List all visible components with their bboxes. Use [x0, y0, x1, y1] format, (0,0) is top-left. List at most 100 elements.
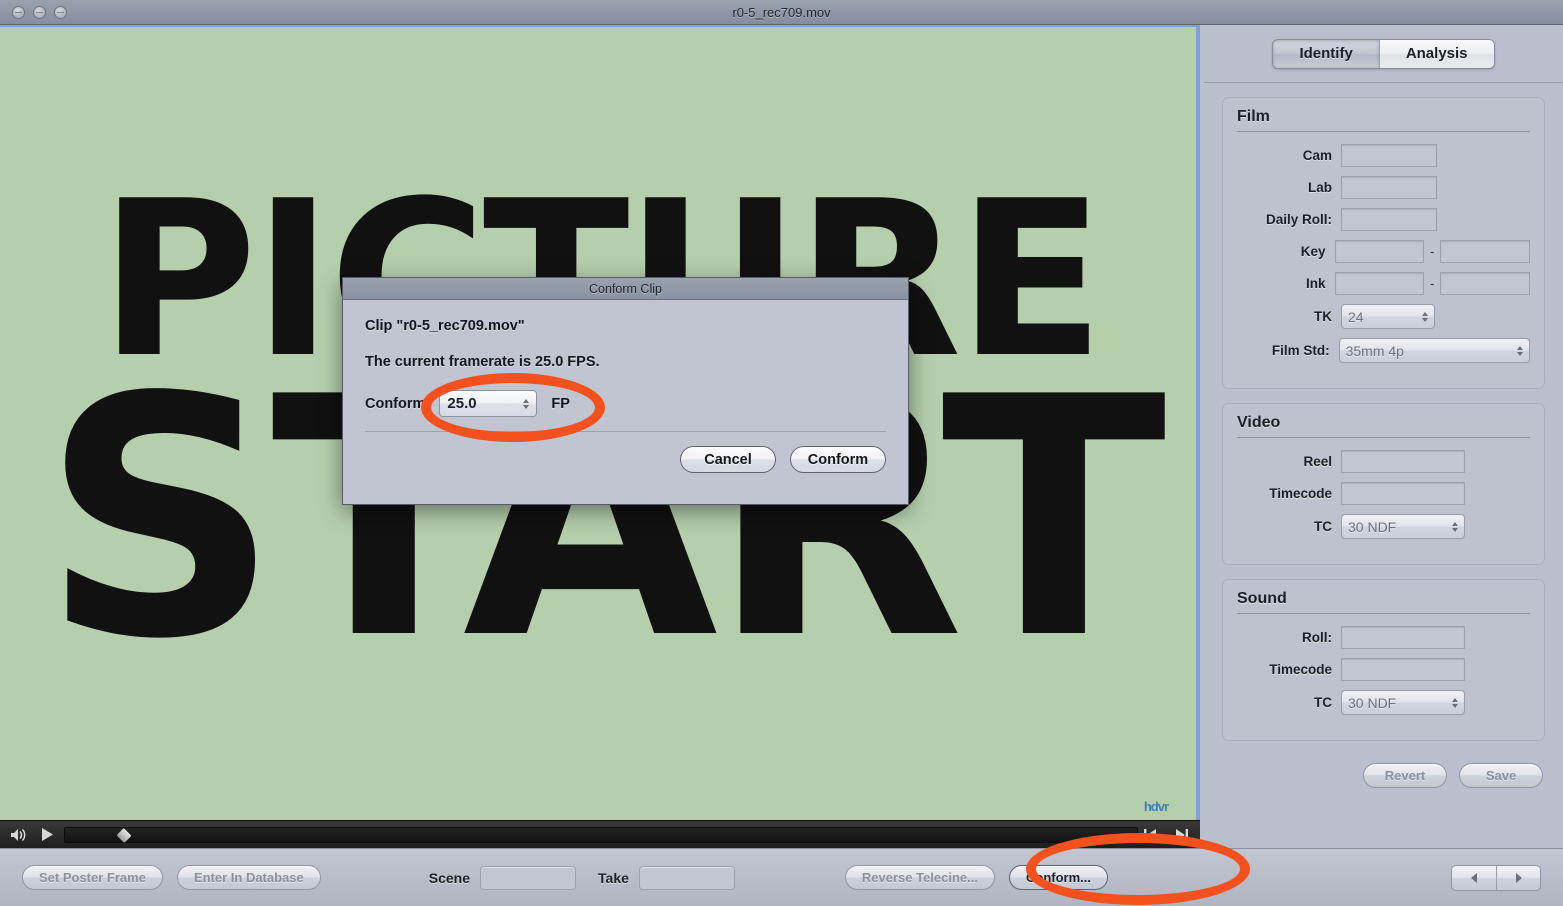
tab-analysis[interactable]: Analysis: [1378, 39, 1494, 68]
film-std-label: Film Std:: [1271, 343, 1330, 358]
field-row-lab: Lab: [1237, 176, 1530, 199]
frame-step-controls: [1142, 828, 1190, 842]
ink-separator: -: [1430, 276, 1435, 291]
sound-tc-label: TC: [1314, 695, 1332, 710]
sound-roll-label: Roll:: [1302, 630, 1332, 645]
dialog-conform-label: Conform: [365, 395, 426, 412]
field-row-video-tc: TC 30 NDF: [1237, 514, 1530, 539]
sound-group-heading: Sound: [1237, 590, 1287, 607]
fps-units-label: FP: [551, 395, 570, 412]
video-divider: [1237, 437, 1530, 438]
daily-roll-input[interactable]: [1341, 208, 1437, 231]
sound-group: Sound Roll: Timecode TC 30 NDF: [1222, 579, 1545, 741]
lab-input[interactable]: [1341, 176, 1437, 199]
field-row-ink: Ink -: [1237, 272, 1530, 295]
revert-button[interactable]: Revert: [1363, 763, 1447, 788]
reel-label: Reel: [1303, 454, 1332, 469]
enter-in-database-button[interactable]: Enter In Database: [176, 865, 321, 890]
cam-label: Cam: [1302, 148, 1332, 163]
conform-button[interactable]: Conform...: [1009, 865, 1108, 890]
field-row-film-std: Film Std: 35mm 4p: [1237, 338, 1530, 363]
sound-tc-select[interactable]: 30 NDF: [1341, 690, 1465, 715]
window-titlebar: r0-5_rec709.mov: [0, 0, 1563, 25]
video-tc-select[interactable]: 30 NDF: [1341, 514, 1465, 539]
video-timecode-input[interactable]: [1341, 482, 1465, 505]
dialog-body: Clip "r0-5_rec709.mov" The current frame…: [343, 300, 908, 417]
previous-arrow-icon[interactable]: [1452, 866, 1496, 890]
popup-arrows-icon[interactable]: [1517, 345, 1523, 356]
sound-tc-value: 30 NDF: [1348, 694, 1397, 711]
dialog-framerate-line: The current framerate is 25.0 FPS.: [365, 354, 600, 370]
sound-roll-input[interactable]: [1341, 626, 1465, 649]
field-row-daily-roll: Daily Roll:: [1237, 208, 1530, 231]
field-row-sound-tc: TC 30 NDF: [1237, 690, 1530, 715]
confirm-conform-button[interactable]: Conform: [790, 446, 886, 473]
key-separator: -: [1430, 244, 1435, 259]
tk-stepper[interactable]: 24: [1341, 304, 1435, 329]
video-group-heading: Video: [1237, 414, 1281, 431]
field-row-video-timecode: Timecode: [1237, 482, 1530, 505]
take-label: Take: [598, 869, 629, 886]
cancel-button[interactable]: Cancel: [680, 446, 776, 473]
key-input-1[interactable]: [1334, 240, 1425, 263]
sidebar-tabbar: Identify Analysis: [1204, 25, 1563, 83]
stepper-arrows-icon[interactable]: [1452, 521, 1458, 532]
tk-label: TK: [1314, 309, 1332, 324]
stepper-arrows-icon[interactable]: [523, 398, 530, 409]
tk-value: 24: [1348, 308, 1364, 325]
speaker-icon[interactable]: [9, 827, 29, 843]
field-row-reel: Reel: [1237, 450, 1530, 473]
save-button[interactable]: Save: [1459, 763, 1543, 788]
reel-input[interactable]: [1341, 450, 1465, 473]
next-arrow-icon[interactable]: [1496, 865, 1540, 890]
conform-clip-dialog: Conform Clip Clip "r0-5_rec709.mov" The …: [342, 277, 909, 505]
step-forward-icon[interactable]: [1174, 828, 1190, 842]
step-backward-icon[interactable]: [1142, 828, 1158, 842]
tab-identify[interactable]: Identify: [1273, 39, 1379, 68]
film-std-select[interactable]: 35mm 4p: [1338, 338, 1530, 363]
key-label: Key: [1300, 244, 1326, 259]
key-input-2[interactable]: [1440, 240, 1530, 263]
take-input[interactable]: [638, 865, 735, 890]
reverse-telecine-button[interactable]: Reverse Telecine...: [844, 865, 995, 890]
film-divider: [1237, 131, 1530, 132]
application-window: r0-5_rec709.mov PICTURE START hdvr: [0, 0, 1563, 906]
field-row-cam: Cam: [1237, 144, 1530, 167]
ink-label: Ink: [1305, 276, 1326, 291]
field-row-tk: TK 24: [1237, 304, 1530, 329]
transport-bar: [0, 820, 1200, 848]
play-icon[interactable]: [41, 827, 54, 842]
sound-timecode-input[interactable]: [1341, 658, 1465, 681]
playhead-marker[interactable]: [116, 827, 132, 843]
film-group: Film Cam Lab Daily Roll: Key - Ink - TK …: [1222, 97, 1545, 389]
sound-timecode-label: Timecode: [1269, 662, 1332, 677]
dialog-buttons: Cancel Conform: [343, 432, 908, 473]
sound-divider: [1237, 613, 1530, 614]
film-group-heading: Film: [1237, 108, 1270, 125]
dialog-conform-row: Conform 25.0 FP: [365, 390, 886, 417]
set-poster-frame-button[interactable]: Set Poster Frame: [22, 865, 163, 890]
dialog-title: Conform Clip: [343, 278, 908, 300]
video-group: Video Reel Timecode TC 30 NDF: [1222, 403, 1545, 565]
scene-input[interactable]: [480, 865, 577, 890]
fps-stepper[interactable]: 25.0: [439, 390, 538, 417]
video-timecode-label: Timecode: [1269, 486, 1332, 501]
cam-input[interactable]: [1341, 144, 1437, 167]
ink-input-2[interactable]: [1440, 272, 1530, 295]
dialog-clip-line: Clip "r0-5_rec709.mov": [365, 318, 525, 334]
scrubber-track[interactable]: [64, 826, 1138, 843]
record-navigation: [1451, 864, 1541, 891]
stepper-arrows-icon[interactable]: [1422, 311, 1428, 322]
video-tc-value: 30 NDF: [1348, 518, 1397, 535]
field-row-key: Key -: [1237, 240, 1530, 263]
scene-label: Scene: [428, 869, 471, 886]
tab-group: Identify Analysis: [1272, 38, 1495, 69]
daily-roll-label: Daily Roll:: [1265, 212, 1332, 227]
stepper-arrows-icon[interactable]: [1452, 697, 1458, 708]
lab-label: Lab: [1307, 180, 1332, 195]
ink-input-1[interactable]: [1334, 272, 1425, 295]
sidebar-actions: Revert Save: [1224, 763, 1543, 788]
video-watermark: hdvr: [1143, 799, 1169, 814]
video-tc-label: TC: [1314, 519, 1332, 534]
inspector-sidebar: Identify Analysis Film Cam Lab Daily Rol…: [1204, 25, 1563, 848]
